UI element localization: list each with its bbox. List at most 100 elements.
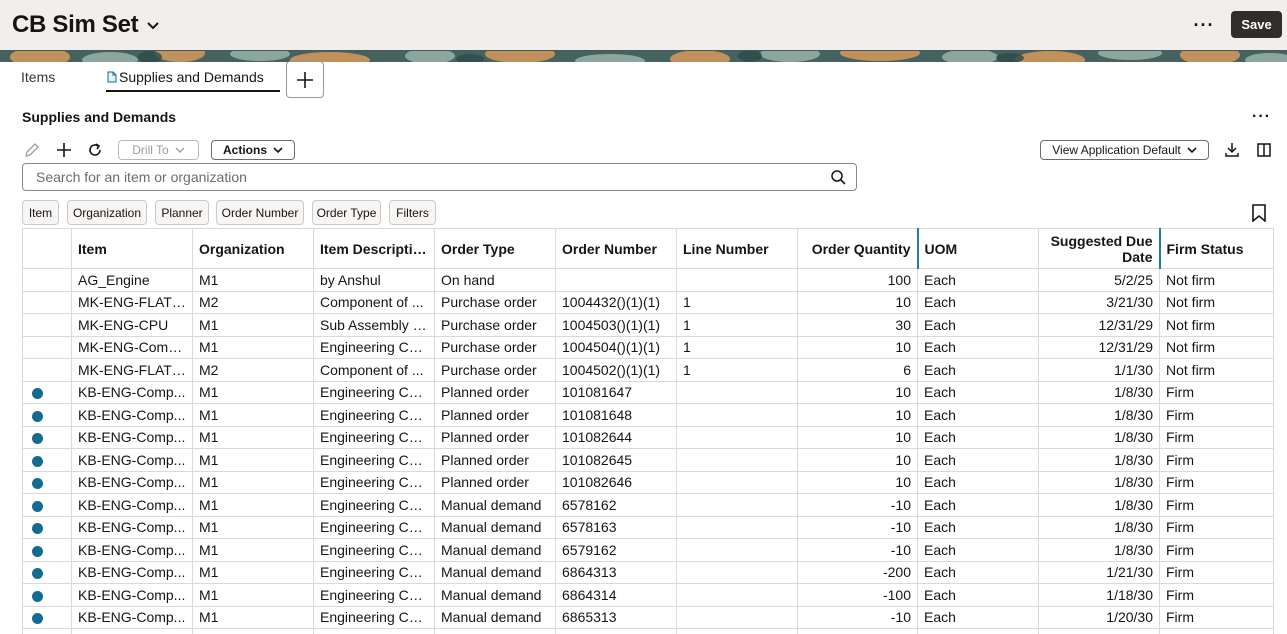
table-row[interactable]: KB-ENG-Comp... M1 Engineering Co... Planned… [22,448,1274,472]
refresh-icon[interactable] [85,140,105,160]
column-header-order-number[interactable]: Order Number [555,228,677,269]
edit-icon[interactable] [22,140,42,160]
column-header-suggested-due-date[interactable]: Suggested Due Date [1038,228,1161,269]
page-title-dropdown[interactable]: CB Sim Set [12,11,160,39]
cell-line-number [676,425,798,449]
table-row[interactable]: KB-ENG-Comp... M1 Engineering Co... Planned… [22,425,1274,449]
document-icon [107,71,117,83]
section-more-icon[interactable]: ··· [1252,108,1271,126]
cell-line-number: 1 [676,290,798,314]
cell-firm-status: Not firm [1159,313,1274,337]
cell-item: KB-ENG-Comp... [71,583,193,607]
more-options-icon[interactable]: ··· [1192,13,1216,37]
cell-order-quantity: 10 [797,380,918,404]
add-icon[interactable] [54,140,74,160]
table-row[interactable]: KB-ENG-Comp... M1 Engineering Co... Manual … [22,605,1274,629]
status-dot-icon [32,613,43,625]
column-header-line-number[interactable]: Line Number [676,228,798,269]
search-icon[interactable] [830,169,846,185]
cell-organization: M1 [192,605,314,629]
cell-organization: M1 [192,448,314,472]
cell-organization: M1 [192,425,314,449]
chip-filters[interactable]: Filters [389,200,436,225]
search-input[interactable]: Search for an item or organization [22,163,857,191]
view-select[interactable]: View Application Default [1040,140,1209,160]
cell-uom: Each [917,335,1039,359]
cell-suggested-due-date: 1/8/30 [1038,470,1160,494]
add-tab-button[interactable] [286,61,324,98]
cell-indicator [22,313,72,337]
cell-firm-status: Not firm [1159,290,1274,314]
cell-item-description: Engineering Co... [313,380,435,404]
chip-order-number[interactable]: Order Number [216,200,304,225]
chip-planner[interactable]: Planner [155,200,209,225]
table-row[interactable]: KB-ENG-Comp... M1 Engineering Co... Planned… [22,380,1274,404]
table-row[interactable]: KB-ENG-Comp... M1 Engineering Co... Manual … [22,515,1274,539]
column-header-item[interactable]: Item [71,228,193,269]
column-layout-icon[interactable] [1254,140,1274,160]
table-row[interactable]: KB-ENG-Comp... M1 Engineering Co... Planned… [22,470,1274,494]
cell-uom: Each [917,538,1039,562]
search-placeholder: Search for an item or organization [36,169,247,185]
cell-line-number [676,560,798,584]
cell-order-number: 6865313 [555,605,677,629]
page-title: CB Sim Set [12,11,139,38]
cell-suggested-due-date: 12/31/29 [1038,313,1160,337]
bookmark-icon[interactable] [1251,204,1267,222]
cell-indicator [22,290,72,314]
cell-uom: Each [917,560,1039,584]
table-row[interactable]: MK-ENG-Comp... M1 Engineering Co... Purchas… [22,335,1274,359]
column-header-uom[interactable]: UOM [917,228,1039,269]
table-row[interactable]: KB-ENG-Comp... M1 Engineering Co... Planned… [22,403,1274,427]
status-dot-icon [32,478,43,490]
section-title: Supplies and Demands [22,109,177,125]
status-dot-icon [32,523,43,535]
cell-order-quantity: 10 [797,403,918,427]
cell-order-quantity: 30 [797,313,918,337]
tab-supplies-and-demands-label: Supplies and Demands [119,69,264,85]
cell-item-description: Sub Assembly f... [313,313,435,337]
cell-organization: M1 [192,403,314,427]
save-button[interactable]: Save [1231,11,1282,38]
cell-organization: M1 [192,470,314,494]
table-row[interactable]: KB-ENG-Comp... M1 Engineering Co... Manual … [22,560,1274,584]
column-header-order-quantity[interactable]: Order Quantity [797,228,919,269]
column-header-order-type[interactable]: Order Type [434,228,556,269]
chip-organization[interactable]: Organization [67,200,147,225]
cell-item-description: Engineering Co... [313,448,435,472]
table-row[interactable]: AG_Engine M1 by Anshul On hand 100 Each 5/2/25… [22,268,1274,292]
cell-suggested-due-date: 1/8/30 [1038,515,1160,539]
chevron-down-icon [147,22,160,30]
chevron-down-icon [1187,147,1197,154]
cell-item: AG_Engine [71,268,193,292]
tab-supplies-and-demands[interactable]: Supplies and Demands [107,69,264,85]
table-row[interactable]: KB-ENG-Comp... M1 Engineering Co... Manual … [22,493,1274,517]
actions-button[interactable]: Actions [211,140,295,160]
cell-suggested-due-date: 1/8/30 [1038,448,1160,472]
cell-indicator [22,403,72,427]
cell-firm-status: Firm [1159,448,1274,472]
cell-indicator [22,425,72,449]
table-row[interactable]: KB-ENG-Comp... M1 Engineering Co... Manual … [22,538,1274,562]
table-body: AG_Engine M1 by Anshul On hand 100 Each 5/2/25… [22,268,1274,634]
drill-to-button[interactable]: Drill To [118,140,199,160]
column-header-firm-status[interactable]: Firm Status [1159,228,1274,269]
cell-item-description: by Anshul [313,268,435,292]
cell-item: KB-ENG-Comp... [71,605,193,629]
cell-organization: M1 [192,268,314,292]
table-row[interactable]: MK-ENG-CPU M1 Sub Assembly f... Purchase or… [22,313,1274,337]
cell-line-number [676,448,798,472]
column-header-organization[interactable]: Organization [192,228,314,269]
table-row[interactable]: MK-ENG-FLATP... M2 Component of ... Purchas… [22,358,1274,382]
chip-item[interactable]: Item [22,200,59,225]
table-row[interactable]: KB-ENG-Comp... M1 Engineering Co... Manual … [22,583,1274,607]
tab-items[interactable]: Items [21,69,55,85]
cell-suggested-due-date: 1/20/30 [1038,605,1160,629]
column-header-item-description[interactable]: Item Description [313,228,435,269]
cell-empty [192,628,314,634]
cell-item: KB-ENG-Comp... [71,448,193,472]
chip-order-type[interactable]: Order Type [312,200,381,225]
cell-line-number [676,515,798,539]
table-row[interactable]: MK-ENG-FLATP... M2 Component of ... Purchas… [22,290,1274,314]
download-icon[interactable] [1222,140,1242,160]
